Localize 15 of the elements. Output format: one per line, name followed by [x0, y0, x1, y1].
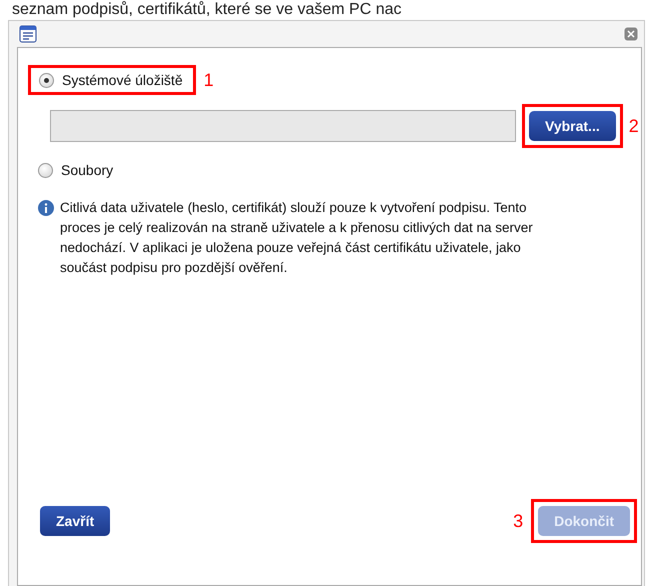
close-icon[interactable]	[624, 27, 638, 41]
browse-button[interactable]: Vybrat...	[529, 111, 616, 141]
radio-button[interactable]	[39, 72, 54, 88]
option-label: Systémové úložiště	[62, 72, 183, 88]
dialog-button[interactable]: Zavřít	[40, 506, 110, 536]
option-label: Soubory	[61, 162, 114, 178]
callout-number: 3	[513, 510, 524, 532]
info-text: Citlivá data uživatele (heslo, certifikát) slouží pouze k vytvoření podpisu. Tento proces je celý realizován na straně uživatele a k přenosu citlivých dat na server nedochází. V aplikaci je uložena pouze veřejná část certifikátu uživatele, jako součást podpisu pro pozdější ověření.	[60, 199, 534, 277]
callout-number: 1	[204, 70, 214, 90]
callout-number: 2	[628, 116, 639, 136]
window-icon	[19, 25, 37, 43]
caption-text: seznam podpisů, certifikátů, které se ve vašem PC nac	[11, 0, 403, 20]
info-icon	[38, 200, 54, 216]
radio-button[interactable]	[38, 162, 53, 178]
file-path-field[interactable]	[50, 110, 516, 142]
